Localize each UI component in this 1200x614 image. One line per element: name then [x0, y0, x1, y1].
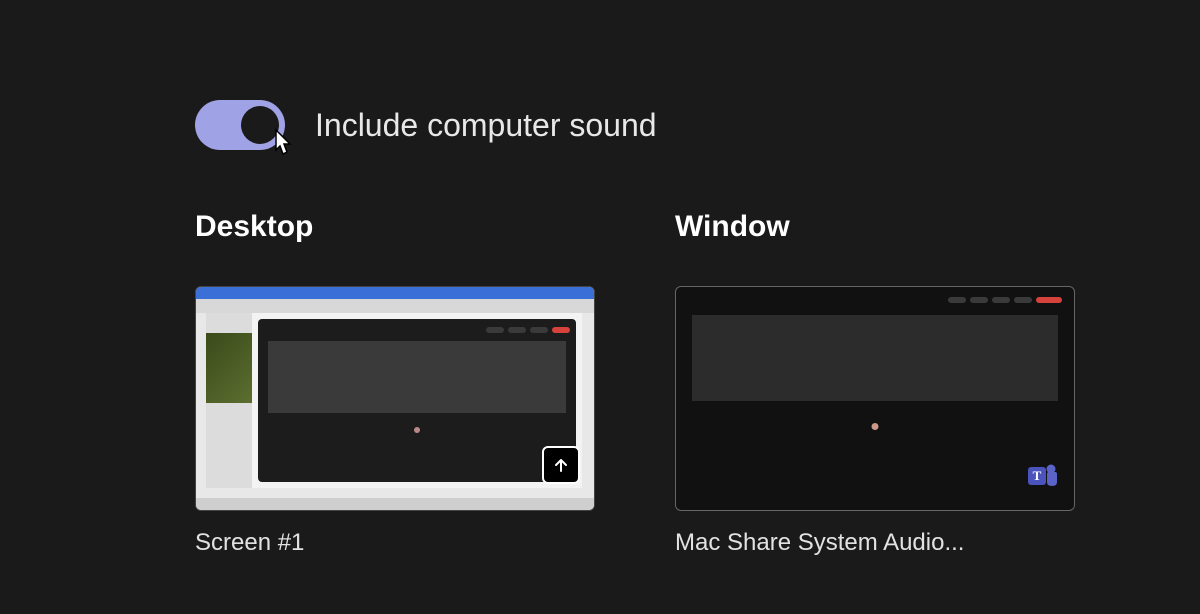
thumb-indicator-icon	[872, 423, 879, 430]
thumb-sidebar-image	[206, 333, 252, 403]
thumb-taskbar	[196, 498, 594, 510]
share-content-panel: Include computer sound Desktop	[0, 0, 1200, 607]
screen-1-thumbnail[interactable]	[195, 286, 595, 511]
svg-text:T: T	[1033, 468, 1042, 483]
include-sound-toggle[interactable]	[195, 100, 285, 150]
thumb-browser-chrome	[196, 299, 594, 313]
thumb-toolbar	[688, 297, 1062, 307]
thumb-toolbar	[264, 327, 570, 337]
include-sound-label: Include computer sound	[315, 107, 657, 144]
thumb-video-area	[268, 341, 566, 413]
include-sound-row: Include computer sound	[195, 100, 1020, 150]
thumb-video-area	[692, 315, 1058, 401]
thumb-indicator-icon	[414, 427, 420, 433]
desktop-column: Desktop	[195, 210, 595, 557]
share-options-columns: Desktop	[195, 210, 1020, 557]
teams-app-icon: T	[1026, 459, 1060, 498]
screen-1-label: Screen #1	[195, 529, 595, 557]
desktop-heading: Desktop	[195, 210, 595, 244]
toggle-knob	[241, 106, 279, 144]
thumb-content	[206, 313, 582, 488]
window-1-thumbnail[interactable]: T	[675, 286, 1075, 511]
thumb-main-area	[258, 319, 576, 482]
window-heading: Window	[675, 210, 1075, 244]
share-upload-icon	[542, 446, 580, 484]
thumb-titlebar	[196, 287, 594, 299]
thumb-sidebar	[206, 313, 252, 488]
window-1-label: Mac Share System Audio...	[675, 529, 1075, 557]
window-column: Window T	[675, 210, 1075, 557]
